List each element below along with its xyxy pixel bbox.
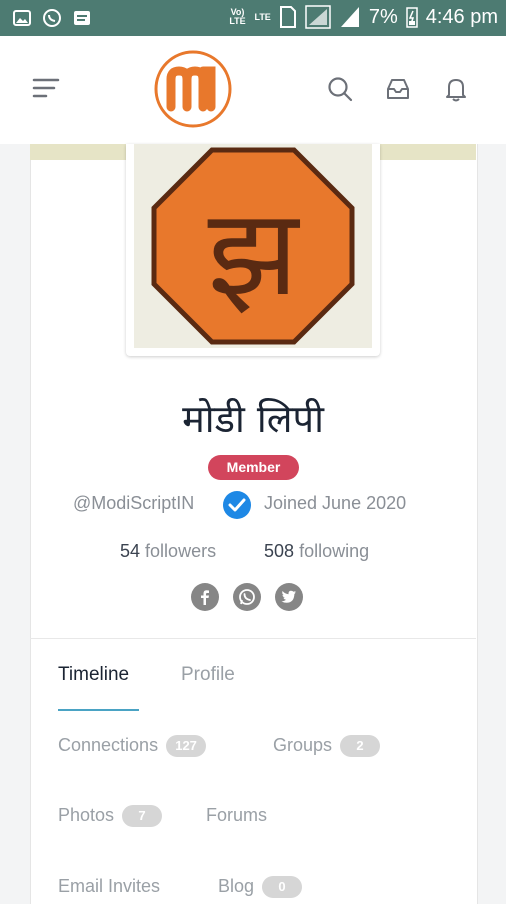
blog-count: 0 (262, 876, 303, 899)
nav-photos-label: Photos (58, 805, 115, 825)
avatar-image: झ (134, 144, 372, 348)
message-icon (74, 11, 90, 25)
followers-label: followers (145, 541, 217, 561)
app-bar (0, 36, 506, 144)
photos-count: 7 (122, 805, 163, 828)
nav-email-invites-label: Email Invites (58, 876, 161, 896)
tab-timeline[interactable]: Timeline (58, 664, 129, 686)
menu-icon[interactable] (32, 76, 60, 100)
gallery-icon (13, 10, 31, 26)
verified-icon (223, 491, 251, 519)
following-link[interactable]: 508 following (264, 541, 369, 562)
whatsapp-notification-icon (43, 9, 61, 27)
nav-blog[interactable]: Blog 0 (218, 876, 303, 899)
joined-date: Joined June 2020 (264, 493, 407, 513)
groups-count: 2 (340, 735, 381, 758)
social-links (191, 583, 303, 611)
inbox-icon[interactable] (385, 76, 411, 102)
clock: 4:46 pm (425, 5, 498, 28)
signal-icon-2 (340, 7, 359, 27)
section-divider (30, 638, 476, 639)
following-count: 508 (264, 541, 295, 561)
facebook-icon (201, 590, 209, 605)
facebook-button[interactable] (191, 583, 219, 611)
avatar-glyph: झ (208, 184, 301, 323)
followers-count: 54 (120, 541, 141, 561)
nav-forums-label: Forums (206, 805, 268, 825)
nav-photos[interactable]: Photos 7 (58, 805, 163, 828)
twitter-button[interactable] (275, 583, 303, 611)
profile-meta: @ModiScriptIN Joined June 2020 (0, 490, 506, 519)
lte-indicator: LTE (254, 11, 271, 22)
whatsapp-icon (239, 589, 255, 605)
sim-icon (279, 6, 296, 28)
nav-connections-label: Connections (58, 735, 159, 755)
tab-profile[interactable]: Profile (181, 664, 235, 686)
signal-icon (305, 5, 331, 29)
search-icon[interactable] (327, 76, 353, 102)
connections-count: 127 (166, 735, 207, 758)
nav-groups[interactable]: Groups 2 (273, 735, 381, 758)
twitter-icon (281, 590, 296, 603)
status-bar: Vo) LTE LTE 7% 4:46 pm (0, 0, 506, 36)
site-logo[interactable] (153, 49, 233, 129)
nav-blog-label: Blog (218, 876, 255, 896)
nav-forums[interactable]: Forums (206, 805, 267, 826)
nav-connections[interactable]: Connections 127 (58, 735, 207, 758)
battery-icon (405, 7, 418, 28)
battery-percent: 7% (368, 5, 398, 28)
whatsapp-button[interactable] (233, 583, 261, 611)
bell-icon[interactable] (443, 76, 469, 102)
followers-link[interactable]: 54 followers (120, 541, 216, 562)
volte-indicator: Vo) LTE (229, 7, 246, 26)
following-label: following (299, 541, 370, 561)
profile-avatar[interactable]: झ (126, 144, 380, 356)
nav-groups-label: Groups (273, 735, 333, 755)
active-tab-indicator (58, 709, 139, 711)
member-badge: Member (208, 455, 299, 480)
username-handle: @ModiScriptIN (73, 493, 195, 513)
profile-name: मोडी लिपी (182, 397, 324, 441)
nav-email-invites[interactable]: Email Invites (58, 876, 160, 897)
